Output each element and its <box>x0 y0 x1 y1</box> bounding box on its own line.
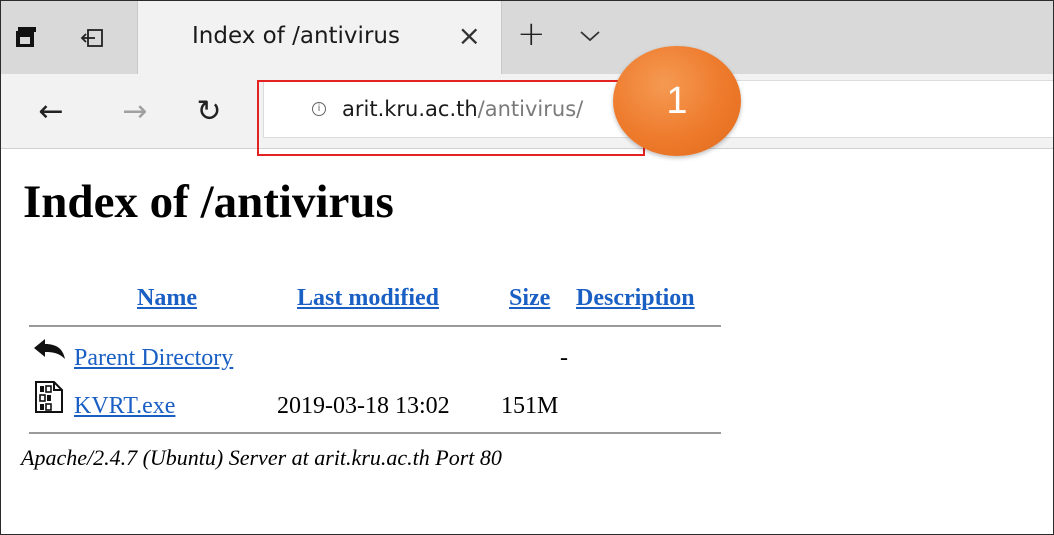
column-header-description[interactable]: Description <box>576 285 695 312</box>
back-icon[interactable]: ← <box>21 74 81 149</box>
kvrt-exe-link[interactable]: KVRT.exe <box>74 393 175 420</box>
page-content: Index of /antivirus Name Last modified S… <box>1 149 1053 534</box>
url-path: /antivirus/ <box>477 97 584 121</box>
last-modified-value: 2019-03-18 13:02 <box>277 393 450 419</box>
refresh-icon[interactable]: ↻ <box>179 74 239 149</box>
footer-divider <box>29 432 721 434</box>
column-header-size[interactable]: Size <box>509 285 550 312</box>
column-header-name[interactable]: Name <box>137 285 197 312</box>
tab-manager-icon[interactable] <box>3 1 51 74</box>
file-size: - <box>560 345 568 371</box>
close-tab-icon[interactable]: × <box>458 21 481 51</box>
forward-icon[interactable]: → <box>105 74 165 149</box>
tab-antivirus[interactable]: Index of /antivirus × <box>137 1 502 74</box>
header-divider <box>29 325 721 327</box>
tab-title: Index of /antivirus <box>192 23 400 49</box>
url-text[interactable]: arit.kru.ac.th/antivirus/ <box>342 97 583 121</box>
chevron-down-icon[interactable] <box>579 29 601 48</box>
back-arrow-icon <box>31 335 69 368</box>
column-header-last-modified[interactable]: Last modified <box>297 285 439 312</box>
parent-directory-link[interactable]: Parent Directory <box>74 345 233 372</box>
binary-file-icon <box>34 380 64 419</box>
file-size: 151M <box>501 393 559 419</box>
server-signature: Apache/2.4.7 (Ubuntu) Server at arit.kru… <box>21 445 502 470</box>
url-host: arit.kru.ac.th <box>342 97 478 121</box>
navigation-bar: ← → ↻ i arit.kru.ac.th/antivirus/ <box>1 74 1053 149</box>
info-icon[interactable]: i <box>312 102 326 116</box>
tab-bar: Index of /antivirus × + <box>1 1 1053 74</box>
browser-window: Index of /antivirus × + ← → ↻ i arit.kru… <box>0 0 1054 535</box>
new-tab-icon[interactable]: + <box>517 17 546 51</box>
set-tabs-aside-icon[interactable] <box>69 1 117 74</box>
page-title: Index of /antivirus <box>23 176 394 228</box>
step-badge: 1 <box>613 46 741 156</box>
